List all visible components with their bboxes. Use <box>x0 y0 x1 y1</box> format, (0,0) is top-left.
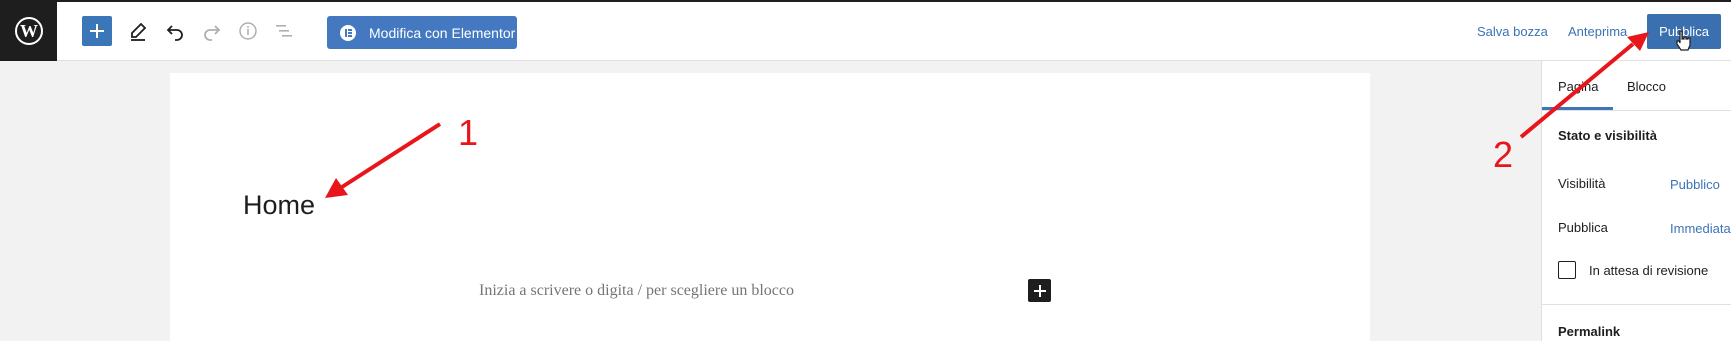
add-block-button[interactable] <box>82 16 112 46</box>
info-icon <box>239 22 257 40</box>
elementor-icon <box>340 24 356 41</box>
list-view-icon <box>276 25 292 37</box>
editor-canvas[interactable]: Home Inizia a scrivere o digita / per sc… <box>170 73 1370 341</box>
tabs-divider <box>1542 110 1731 111</box>
visibility-label: Visibilità <box>1558 176 1606 191</box>
visibility-value[interactable]: Pubblico <box>1670 177 1720 192</box>
publish-date-value[interactable]: Immediatamente <box>1670 221 1731 236</box>
wordpress-logo-icon[interactable]: W <box>0 0 57 61</box>
hand-cursor-icon <box>1676 30 1691 51</box>
editor-top-bar: W Modifica con Elementor Salva bozza Ant… <box>0 0 1731 61</box>
status-visibility-section[interactable]: Stato e visibilità <box>1558 128 1657 143</box>
edit-with-elementor-label: Modifica con Elementor <box>369 24 516 41</box>
publish-label: Pubblica <box>1558 220 1608 235</box>
save-draft-button[interactable]: Salva bozza <box>1477 24 1548 39</box>
pending-review-label[interactable]: In attesa di revisione <box>1589 263 1708 278</box>
list-view-button[interactable] <box>269 16 299 46</box>
redo-icon <box>204 25 221 41</box>
preview-button[interactable]: Anteprima <box>1568 24 1627 39</box>
pencil-icon <box>131 22 147 41</box>
annotation-marker-2: 2 <box>1493 134 1514 175</box>
undo-icon <box>166 25 183 41</box>
tab-block[interactable]: Blocco <box>1627 79 1666 94</box>
annotation-marker-1: 1 <box>458 112 479 153</box>
pending-review-checkbox[interactable] <box>1558 261 1576 279</box>
plus-icon <box>1033 284 1046 297</box>
section-divider <box>1542 304 1731 305</box>
plus-icon <box>90 24 104 38</box>
tab-page[interactable]: Pagina <box>1558 79 1598 94</box>
svg-text:W: W <box>20 21 38 41</box>
inline-add-block-button[interactable] <box>1028 279 1051 302</box>
edit-with-elementor-button[interactable]: Modifica con Elementor <box>327 16 517 49</box>
page-title[interactable]: Home <box>243 190 315 221</box>
tools-button[interactable] <box>123 16 153 46</box>
redo-button[interactable] <box>197 16 227 46</box>
permalink-section[interactable]: Permalink <box>1558 324 1620 339</box>
undo-button[interactable] <box>160 16 190 46</box>
details-button[interactable] <box>233 16 263 46</box>
block-placeholder[interactable]: Inizia a scrivere o digita / per sceglie… <box>479 282 794 300</box>
settings-sidebar: Pagina Blocco Stato e visibilità Visibil… <box>1541 61 1731 341</box>
